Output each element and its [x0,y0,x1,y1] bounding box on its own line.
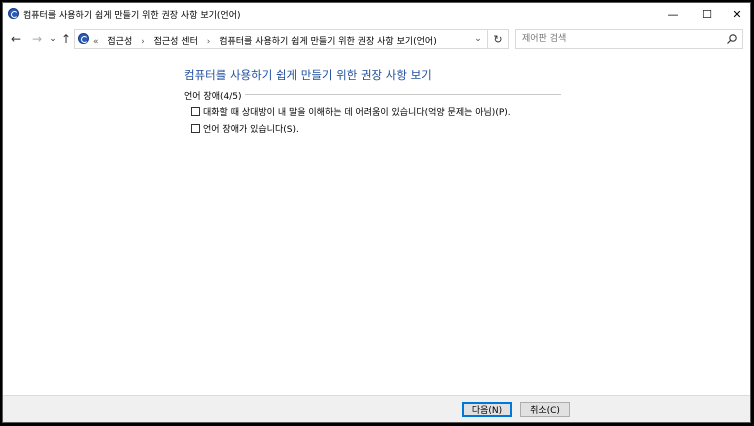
breadcrumb: « 접근성 › 접근성 센터 › 컴퓨터를 사용하기 쉽게 만들기 위한 권장 … [93,34,443,47]
group-label-speech-impairment: 언어 장애(4/5) [184,89,245,102]
option-label[interactable]: 대화할 때 상대방이 내 말을 이해하는 데 어려움이 있습니다(억양 문제는 … [203,105,511,118]
address-bar[interactable]: « 접근성 › 접근성 센터 › 컴퓨터를 사용하기 쉽게 만들기 위한 권장 … [74,29,488,49]
breadcrumb-item-ease-of-access-center[interactable]: 접근성 센터 [154,37,198,47]
option-label[interactable]: 언어 장애가 있습니다(S). [203,122,299,135]
accessibility-location-icon [78,33,89,44]
option-hard-to-understand[interactable]: 대화할 때 상대방이 내 말을 이해하는 데 어려움이 있습니다(억양 문제는 … [191,105,511,118]
breadcrumb-overflow-icon[interactable]: « [93,37,99,47]
window-title: 컴퓨터를 사용하기 쉽게 만들기 위한 권장 사항 보기(언어) [23,11,241,21]
back-arrow-icon[interactable]: ← [8,31,24,47]
search-input[interactable] [516,30,721,48]
up-arrow-icon[interactable]: ↑ [58,31,74,47]
search-icon[interactable] [726,33,738,45]
search-box[interactable] [515,29,743,49]
control-panel-window: 컴퓨터를 사용하기 쉽게 만들기 위한 권장 사항 보기(언어) — ☐ ✕ ←… [2,2,751,423]
maximize-button[interactable]: ☐ [690,3,724,25]
breadcrumb-item-accessibility[interactable]: 접근성 [107,37,132,47]
breadcrumb-separator-icon[interactable]: › [207,37,211,47]
button-footer: 다음(N) 취소(C) [3,395,750,422]
cancel-button[interactable]: 취소(C) [520,402,570,417]
next-button[interactable]: 다음(N) [462,402,512,417]
close-button[interactable]: ✕ [720,3,750,25]
address-dropdown-chevron-icon[interactable]: ⌄ [468,30,488,48]
accessibility-icon [8,8,19,19]
checkbox[interactable] [191,124,200,133]
title-bar: 컴퓨터를 사용하기 쉽게 만들기 위한 권장 사항 보기(언어) — ☐ ✕ [3,3,750,25]
navigation-bar: ← → ⌄ ↑ « 접근성 › 접근성 센터 › 컴퓨터를 사용하기 쉽게 만들… [3,25,750,53]
breadcrumb-separator-icon[interactable]: › [141,37,145,47]
forward-arrow-icon[interactable]: → [29,31,45,47]
refresh-icon[interactable]: ↻ [488,29,509,49]
breadcrumb-item-current-page[interactable]: 컴퓨터를 사용하기 쉽게 만들기 위한 권장 사항 보기(언어) [219,37,437,47]
page-title: 컴퓨터를 사용하기 쉽게 만들기 위한 권장 사항 보기 [184,68,432,82]
minimize-button[interactable]: — [656,3,690,25]
checkbox[interactable] [191,107,200,116]
option-speech-impairment[interactable]: 언어 장애가 있습니다(S). [191,122,299,135]
